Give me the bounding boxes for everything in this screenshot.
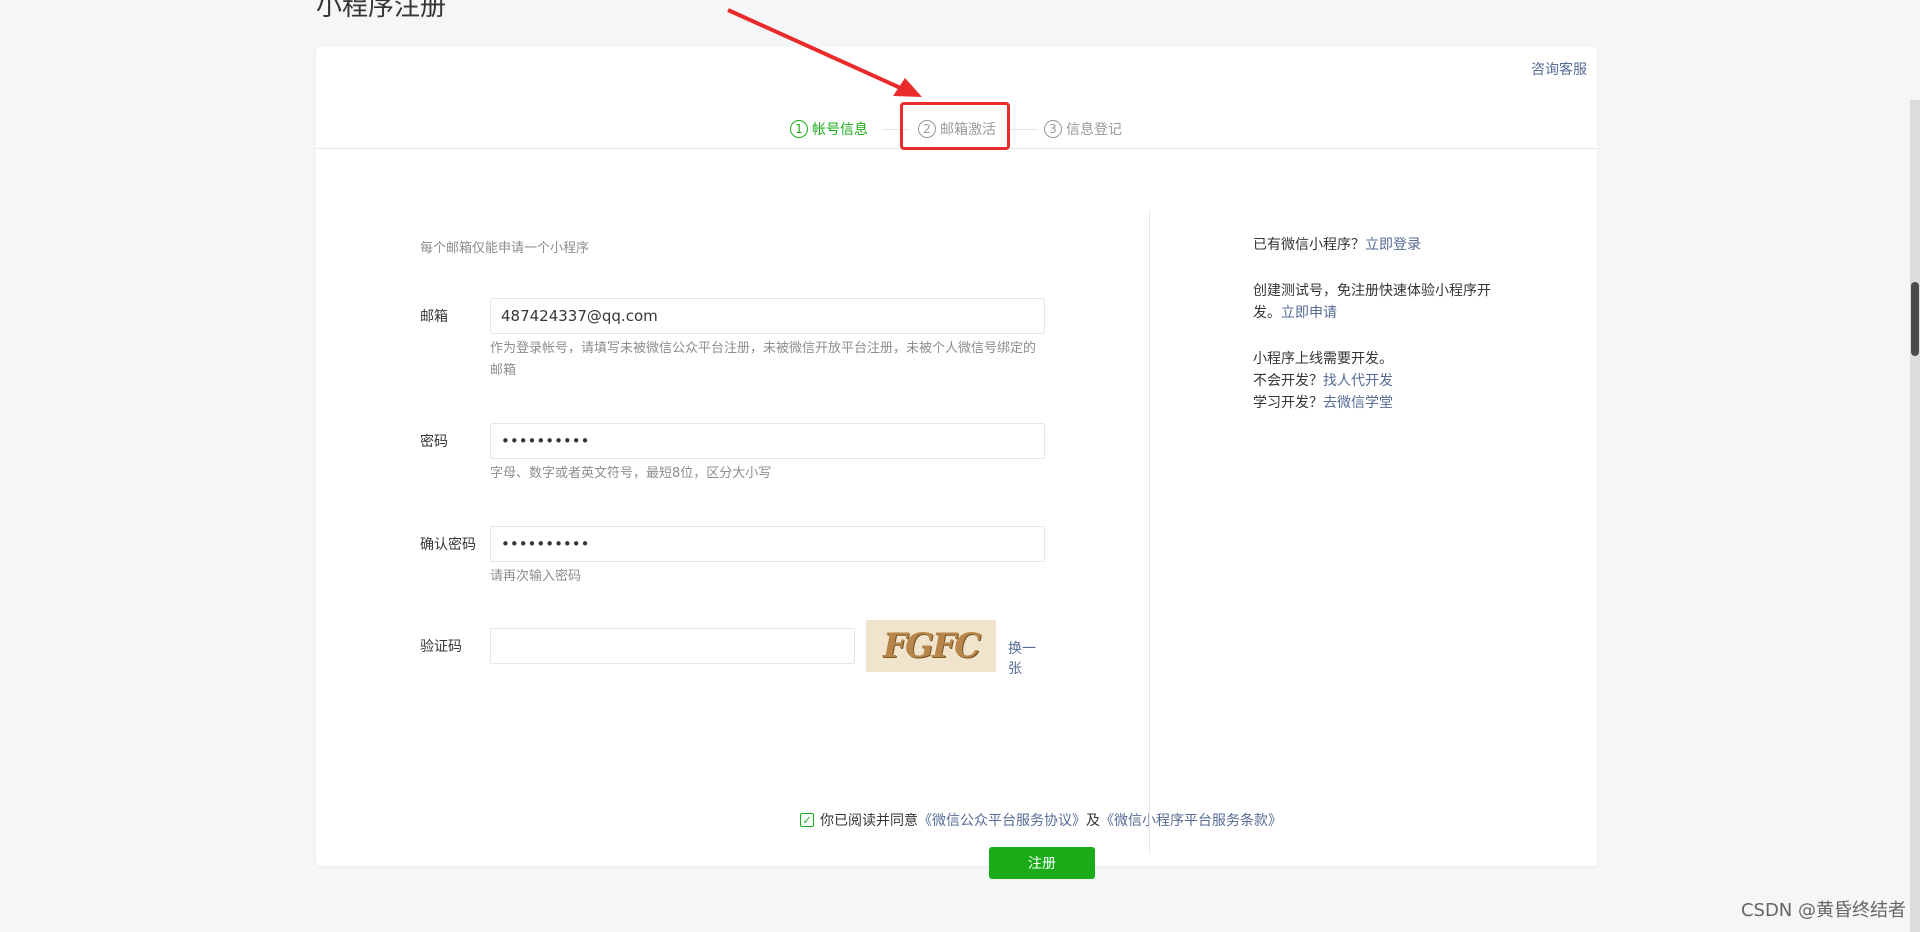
apply-test-link[interactable]: 立即申请: [1281, 305, 1337, 321]
wechat-academy-link[interactable]: 去微信学堂: [1323, 395, 1393, 411]
confirm-password-input[interactable]: [490, 526, 1045, 562]
step-label: 帐号信息: [812, 122, 868, 138]
register-card: 咨询客服 1 帐号信息 2 邮箱激活 3 信息登记 每个邮箱仅能申请一个小程序 …: [316, 47, 1597, 879]
sidebar-login: 已有微信小程序？立即登录: [1253, 234, 1513, 256]
step-number-icon: 1: [790, 120, 808, 138]
agree-prefix: 你已阅读并同意: [820, 813, 918, 829]
find-developer-link[interactable]: 找人代开发: [1323, 373, 1393, 389]
help-link[interactable]: 咨询客服: [1531, 59, 1587, 79]
sidebar-test-account: 创建测试号，免注册快速体验小程序开发。立即申请: [1253, 280, 1513, 324]
captcha-refresh-link[interactable]: 换一张: [1008, 638, 1045, 678]
agreement-row: ✓ 你已阅读并同意 《微信公众平台服务协议》 及 《微信小程序平台服务条款》: [800, 810, 1282, 830]
password-hint: 字母、数字或者英文符号，最短8位，区分大小写: [490, 466, 772, 481]
scrollbar-thumb[interactable]: [1911, 282, 1919, 356]
service-agreement-link[interactable]: 《微信公众平台服务协议》: [918, 810, 1086, 830]
dev-line3-prefix: 学习开发？: [1253, 395, 1323, 411]
login-prefix: 已有微信小程序？: [1253, 237, 1365, 253]
email-hint: 作为登录帐号，请填写未被微信公众平台注册，未被微信开放平台注册，未被个人微信号绑…: [490, 341, 1037, 378]
password-input[interactable]: [490, 423, 1045, 459]
vertical-divider: [1149, 210, 1150, 854]
agree-checkbox[interactable]: ✓: [800, 813, 814, 827]
sidebar: 已有微信小程序？立即登录 创建测试号，免注册快速体验小程序开发。立即申请 小程序…: [1253, 234, 1513, 438]
register-button[interactable]: 注册: [989, 847, 1095, 879]
annotation-highlight-box: [900, 102, 1010, 150]
page-title: 小程序注册: [316, 0, 447, 22]
form-tip: 每个邮箱仅能申请一个小程序: [420, 241, 590, 256]
login-link[interactable]: 立即登录: [1365, 237, 1421, 253]
step-label: 信息登记: [1066, 122, 1122, 138]
confirm-password-hint: 请再次输入密码: [490, 569, 582, 584]
step-info-register: 3 信息登记: [1044, 109, 1122, 149]
step-number-icon: 3: [1044, 120, 1062, 138]
step-connector: [1010, 129, 1038, 130]
email-label: 邮箱: [420, 309, 448, 325]
miniprogram-terms-link[interactable]: 《微信小程序平台服务条款》: [1100, 810, 1282, 830]
captcha-label: 验证码: [420, 639, 462, 655]
confirm-password-label: 确认密码: [420, 537, 476, 553]
email-input[interactable]: [490, 298, 1045, 334]
sidebar-develop: 小程序上线需要开发。 不会开发？找人代开发 学习开发？去微信学堂: [1253, 348, 1513, 414]
scrollbar[interactable]: [1910, 100, 1920, 932]
captcha-image[interactable]: FGFC: [866, 620, 996, 672]
dev-line2-prefix: 不会开发？: [1253, 373, 1323, 389]
agree-middle: 及: [1086, 813, 1100, 829]
password-label: 密码: [420, 434, 448, 450]
captcha-input[interactable]: [490, 628, 855, 664]
watermark: CSDN @黄昏终结者: [1740, 900, 1906, 921]
dev-line1: 小程序上线需要开发。: [1253, 351, 1393, 367]
step-account-info: 1 帐号信息: [790, 109, 868, 149]
